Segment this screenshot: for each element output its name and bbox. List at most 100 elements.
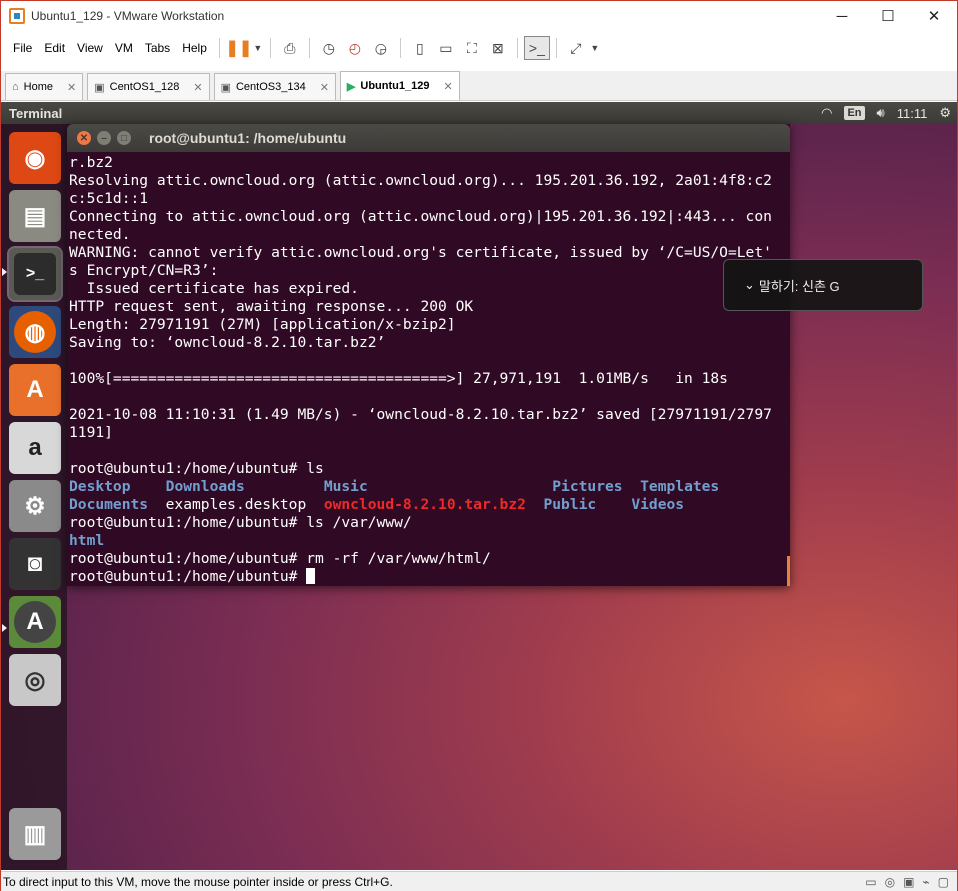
disc-icon: ◎: [24, 666, 46, 694]
dropdown-icon[interactable]: ▼: [252, 36, 264, 60]
menu-edit[interactable]: Edit: [38, 41, 71, 55]
vm-icon: ▣: [220, 81, 231, 94]
system-settings-icon[interactable]: ⚙: [9, 480, 61, 532]
cd-icon[interactable]: ◎: [885, 875, 895, 889]
panel-app-title: Terminal: [9, 105, 63, 121]
network-adapter-icon[interactable]: ▣: [903, 875, 914, 889]
software-center-icon[interactable]: A: [9, 364, 61, 416]
keyboard-layout[interactable]: En: [844, 106, 865, 120]
close-icon[interactable]: ✕: [443, 80, 452, 93]
safe-icon[interactable]: ◙: [9, 538, 61, 590]
send-ctrl-alt-del-icon[interactable]: ⎙: [277, 36, 303, 60]
terminal-line: Connecting to attic.owncloud.org (attic.…: [69, 208, 772, 225]
tab-bar: ⌂ Home ✕ ▣ CentOS1_128 ✕ ▣ CentOS3_134 ✕…: [1, 71, 957, 101]
fullscreen-icon[interactable]: ⛶: [459, 36, 485, 60]
dir-entry: Pictures: [552, 478, 641, 495]
vm-display[interactable]: Terminal ◠ En 🔊︎ 11:11 ⚙ ◉ ▤ >_ ◍ A a ⚙ …: [1, 102, 957, 870]
ubuntu-dash-icon[interactable]: ◉: [9, 132, 61, 184]
drawer-icon: ▤: [23, 202, 47, 230]
tab-ubuntu1[interactable]: ▶ Ubuntu1_129 ✕: [339, 71, 460, 100]
display-icon[interactable]: ▢: [938, 875, 949, 889]
menu-file[interactable]: File: [7, 41, 38, 55]
network-icon[interactable]: ◠: [821, 105, 832, 121]
software-updater-icon[interactable]: A: [9, 596, 61, 648]
minimize-button[interactable]: ─: [819, 1, 865, 31]
dvd-icon[interactable]: ◎: [9, 654, 61, 706]
bin-icon: ▥: [23, 820, 47, 848]
close-icon[interactable]: ✕: [67, 81, 76, 94]
firefox-icon[interactable]: ◍: [9, 306, 61, 358]
pause-icon[interactable]: ❚❚: [225, 36, 252, 60]
tab-centos3[interactable]: ▣ CentOS3_134 ✕: [213, 73, 336, 100]
terminal-icon[interactable]: >_: [7, 246, 63, 302]
update-icon: A: [14, 601, 56, 643]
prompt: root@ubuntu1:/home/ubuntu#: [69, 568, 307, 584]
snapshot-manager-icon[interactable]: ◶: [368, 36, 394, 60]
menu-view[interactable]: View: [71, 41, 109, 55]
terminal-line: nected.: [69, 226, 131, 243]
usb-icon[interactable]: ⌁: [922, 875, 929, 889]
dropdown-icon[interactable]: ▼: [589, 36, 601, 60]
trash-icon[interactable]: ▥: [9, 808, 61, 860]
ubuntu-top-panel: Terminal ◠ En 🔊︎ 11:11 ⚙: [1, 102, 957, 124]
tab-centos1[interactable]: ▣ CentOS1_128 ✕: [87, 73, 210, 100]
text-cursor: [306, 568, 316, 584]
terminal-line: root@ubuntu1:/home/ubuntu# rm -rf /var/w…: [69, 550, 491, 567]
menu-help[interactable]: Help: [176, 41, 213, 55]
terminal-output[interactable]: r.bz2 Resolving attic.owncloud.org (attic…: [67, 152, 790, 584]
amazon-logo-icon: a: [28, 434, 42, 461]
menu-tabs[interactable]: Tabs: [139, 41, 176, 55]
unity-icon[interactable]: ⊠: [485, 36, 511, 60]
revert-snapshot-icon[interactable]: ◴: [342, 36, 368, 60]
notification-bubble: ⌄ 말하기: 신촌 G: [723, 259, 923, 311]
terminal-line: 100%[===================================…: [69, 370, 728, 387]
maximize-button[interactable]: ☐: [865, 1, 911, 31]
tab-label: Ubuntu1_129: [360, 80, 430, 92]
ls-output-row: Documents examples.desktop owncloud-8.2.…: [69, 496, 790, 514]
hdd-icon[interactable]: ▭: [865, 875, 876, 889]
volume-icon[interactable]: 🔊︎: [877, 105, 885, 121]
terminal-line: Saving to: ‘owncloud-8.2.10.tar.bz2’: [69, 334, 386, 351]
terminal-line: Resolving attic.owncloud.org (attic.ownc…: [69, 172, 772, 189]
terminal-line: WARNING: cannot verify attic.owncloud.or…: [69, 244, 772, 261]
terminal-line: Issued certificate has expired.: [69, 280, 359, 297]
stretch-icon[interactable]: ⤢: [563, 36, 589, 60]
terminal-window[interactable]: ✕ – □ root@ubuntu1: /home/ubuntu r.bz2 Re…: [67, 124, 790, 586]
maximize-icon[interactable]: □: [117, 131, 131, 145]
amazon-icon[interactable]: a: [9, 422, 61, 474]
close-button[interactable]: ✕: [911, 1, 957, 31]
console-icon[interactable]: >_: [523, 36, 550, 60]
minimize-icon[interactable]: –: [97, 131, 111, 145]
toolbar-separator: [218, 38, 220, 58]
terminal-line: ​: [69, 442, 790, 460]
globe-icon: ◍: [14, 311, 56, 353]
terminal-line: root@ubuntu1:/home/ubuntu# ls: [69, 460, 324, 477]
clock[interactable]: 11:11: [897, 106, 928, 121]
status-bar: To direct input to this VM, move the mou…: [1, 871, 957, 891]
terminal-line: Length: 27971191 (27M) [application/x-bz…: [69, 316, 456, 333]
dir-entry: Public: [543, 496, 597, 513]
terminal-line: 2021-10-08 11:10:31 (1.49 MB/s) - ‘owncl…: [69, 406, 772, 423]
close-icon[interactable]: ✕: [320, 81, 329, 94]
snapshot-icon[interactable]: ◷: [316, 36, 342, 60]
tab-home[interactable]: ⌂ Home ✕: [5, 73, 84, 100]
close-icon[interactable]: ✕: [193, 81, 202, 94]
window-title: Ubuntu1_129 - VMware Workstation: [31, 9, 225, 23]
vmware-window: Ubuntu1_129 - VMware Workstation ─ ☐ ✕ F…: [0, 0, 958, 891]
terminal-line: root@ubuntu1:/home/ubuntu# ls /var/www/: [69, 514, 412, 531]
thumbnail-icon[interactable]: ▭: [433, 36, 459, 60]
sidebar-icon[interactable]: ▯: [407, 36, 433, 60]
scroll-indicator[interactable]: [787, 556, 790, 586]
files-icon[interactable]: ▤: [9, 190, 61, 242]
menu-vm[interactable]: VM: [109, 41, 139, 55]
toolbar-separator: [516, 38, 518, 58]
tab-label: CentOS1_128: [109, 81, 180, 93]
terminal-prompt-line[interactable]: root@ubuntu1:/home/ubuntu#: [69, 568, 790, 584]
toolbar-separator: [308, 38, 310, 58]
vmware-logo-icon: [9, 8, 25, 24]
close-icon[interactable]: ✕: [77, 131, 91, 145]
running-indicator: [2, 624, 7, 632]
gear-icon[interactable]: ⚙: [939, 105, 951, 121]
